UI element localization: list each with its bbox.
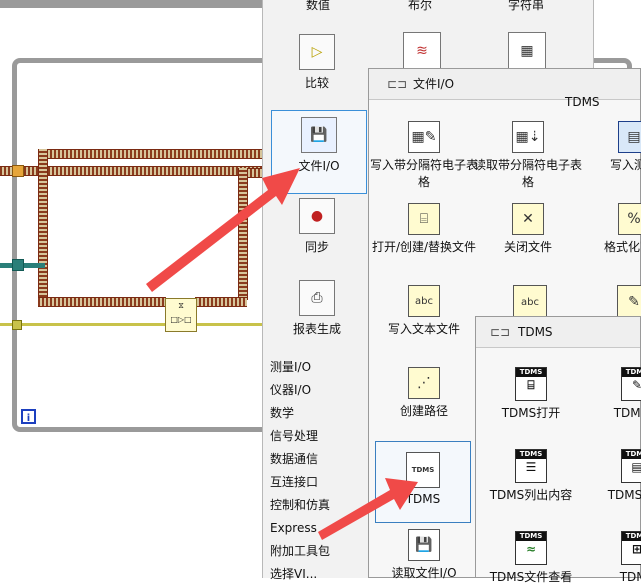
open-create-replace-file-icon: ⌸ <box>408 203 440 235</box>
array-icon[interactable]: ≋ <box>403 32 441 70</box>
category-addons[interactable]: 附加工具包 <box>262 540 370 563</box>
tdms-item-set-properties[interactable]: TDMS▤ TDMS设置 <box>582 449 641 504</box>
report-generation-icon: ⎙ <box>299 280 335 316</box>
tdms-item-list-contents[interactable]: TDMS ☰ TDMS列出内容 <box>476 449 586 504</box>
tdms-open-icon: TDMS ⌸ <box>515 367 547 401</box>
node-hourglass-icon: ⧖ <box>178 301 184 310</box>
cluster-icon[interactable]: ▦ <box>508 32 546 70</box>
file-io-item-label: 写入测量 <box>609 158 641 172</box>
file-io-item-close-file[interactable]: ✕ 关闭文件 <box>473 203 583 256</box>
tdms-subpalette-title: TDMS <box>518 325 553 339</box>
tdms-write-icon: TDMS✎ <box>621 367 641 401</box>
palette-category-list: 测量I/O 仪器I/O 数学 信号处理 数据通信 互连接口 控制和仿真 Expr… <box>262 356 370 586</box>
file-io-item-label: 格式化写入 <box>603 240 641 254</box>
tdms-item-label: TDMS打开 <box>501 406 561 420</box>
palette-item-report-generation[interactable]: ⎙ 报表生成 <box>269 280 365 337</box>
pin-icon[interactable]: ⊏⊐ <box>490 325 510 339</box>
yellow-wire[interactable] <box>0 323 262 326</box>
build-path-icon: ⋰ <box>408 367 440 399</box>
category-express[interactable]: Express <box>262 517 370 540</box>
tdms-folder-icon: TDMS <box>406 452 440 488</box>
palette-item-label: 比较 <box>304 76 329 90</box>
tdms-item-label: TDMS列出内容 <box>489 488 573 502</box>
category-measurement-io[interactable]: 测量I/O <box>262 356 370 379</box>
synchronization-traffic-light-icon: ● <box>299 198 335 234</box>
palette-item-label: 文件I/O <box>298 159 340 173</box>
palette-item-label: 同步 <box>304 240 329 254</box>
file-io-item-file-read[interactable]: 💾 读取文件I/O <box>369 529 479 582</box>
file-io-item-label: 写入带分隔符电子表格 <box>369 158 478 189</box>
file-io-item-write-text[interactable]: abc 写入文本文件 <box>369 285 479 338</box>
error-wire-lower[interactable] <box>38 297 166 307</box>
category-select-vi[interactable]: 选择VI... <box>262 563 370 586</box>
file-io-subpalette-title: 文件I/O <box>413 77 455 91</box>
loop-iteration-terminal[interactable]: i <box>21 409 36 424</box>
file-io-read-icon: 💾 <box>408 529 440 561</box>
category-mathematics[interactable]: 数学 <box>262 402 370 425</box>
tunnel-yellow[interactable] <box>12 320 22 330</box>
comparison-icon: ▷ <box>299 34 335 70</box>
error-wire-upper[interactable] <box>38 149 262 159</box>
palette-item-file-io[interactable]: 💾 文件I/O <box>271 110 367 194</box>
palette-boolean-label[interactable]: 布尔 <box>385 0 455 13</box>
file-io-item-build-path[interactable]: ⋰ 创建路径 <box>369 367 479 420</box>
format-into-file-icon: % <box>618 203 641 235</box>
tdms-file-viewer-icon: TDMS ≈ <box>515 531 547 565</box>
tdms-item-label: TDMS设置 <box>607 488 641 502</box>
error-wire-right-vertical[interactable] <box>238 168 248 300</box>
category-connectivity[interactable]: 互连接口 <box>262 471 370 494</box>
file-io-item-open-file[interactable]: ⌸ 打开/创建/替换文件 <box>369 203 479 256</box>
file-io-item-label: 写入文本文件 <box>387 322 460 336</box>
write-delimited-spreadsheet-icon: ▦✎ <box>408 121 440 153</box>
file-io-item-label: 读取带分隔符电子表格 <box>473 158 582 189</box>
write-binary-file-icon[interactable]: ✎ <box>617 285 641 319</box>
error-wire-out[interactable] <box>195 297 247 307</box>
tdms-subpalette: ⊏⊐ TDMS TDMS⌸ TDMS打开 TDMS✎ TDMS写 TDMS☰ T… <box>475 316 641 584</box>
file-io-item-label: 读取文件I/O <box>391 566 457 580</box>
file-io-item-format-into-file[interactable]: % 格式化写入 <box>579 203 641 256</box>
close-file-icon: ✕ <box>512 203 544 235</box>
palette-item-label: 报表生成 <box>292 322 341 336</box>
read-delimited-spreadsheet-icon: ▦⇣ <box>512 121 544 153</box>
file-io-item-label: 打开/创建/替换文件 <box>371 240 477 254</box>
file-io-floppy-icon: 💾 <box>301 117 337 153</box>
category-control-simulation[interactable]: 控制和仿真 <box>262 494 370 517</box>
file-io-item-write-measurement[interactable]: ▤ 写入测量 <box>579 121 641 174</box>
outer-structure-border <box>0 0 262 8</box>
read-text-file-icon[interactable]: abc <box>513 285 547 319</box>
write-text-file-icon: abc <box>408 285 440 317</box>
tdms-set-properties-icon: TDMS▤ <box>621 449 641 483</box>
file-io-item-label: 创建路径 <box>399 404 448 418</box>
palette-item-comparison[interactable]: ▷ 比较 <box>269 34 365 91</box>
palette-item-synchronization[interactable]: ● 同步 <box>269 198 365 255</box>
tdms-section-label: TDMS <box>565 95 600 109</box>
tdms-list-contents-icon: TDMS ☰ <box>515 449 547 483</box>
palette-string-label[interactable]: 字符串 <box>491 0 561 13</box>
file-io-item-write-delimited[interactable]: ▦✎ 写入带分隔符电子表格 <box>369 121 479 191</box>
category-data-communication[interactable]: 数据通信 <box>262 448 370 471</box>
palette-numeric-label[interactable]: 数值 <box>283 0 353 13</box>
tdms-subpalette-header: ⊏⊐ TDMS <box>476 317 640 348</box>
write-measurement-icon: ▤ <box>618 121 641 153</box>
error-wire-vertical[interactable] <box>38 149 48 301</box>
tdms-more-icon: TDMS⊞ <box>621 531 641 565</box>
tdms-item-open[interactable]: TDMS ⌸ TDMS打开 <box>476 367 586 422</box>
file-io-item-label: TDMS <box>405 492 441 506</box>
tdms-item-write[interactable]: TDMS✎ TDMS写 <box>582 367 641 422</box>
tdms-item-label: TDMS写 <box>613 406 641 420</box>
file-io-item-tdms[interactable]: TDMS TDMS <box>375 441 471 523</box>
file-io-item-label: 关闭文件 <box>503 240 552 254</box>
file-io-item-read-delimited[interactable]: ▦⇣ 读取带分隔符电子表格 <box>473 121 583 191</box>
pin-icon[interactable]: ⊏⊐ <box>387 77 407 91</box>
category-signal-processing[interactable]: 信号处理 <box>262 425 370 448</box>
tunnel-reference[interactable] <box>12 259 24 271</box>
close-file-node[interactable]: ⧖ □▷□ <box>165 298 197 332</box>
category-instrument-io[interactable]: 仪器I/O <box>262 379 370 402</box>
shift-register-left[interactable] <box>12 165 24 177</box>
